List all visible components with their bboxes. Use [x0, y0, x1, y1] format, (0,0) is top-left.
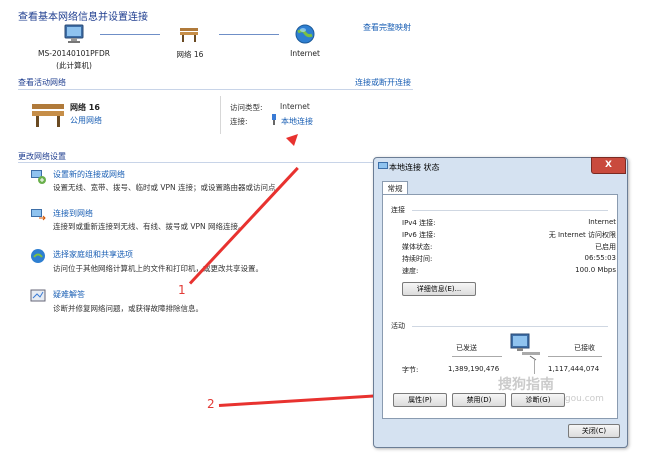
task-homegroup-desc: 访问位于其他网络计算机上的文件和打印机，或更改共享设置。: [53, 264, 263, 273]
watermark-text: 搜狗指南: [498, 377, 554, 393]
change-settings-heading: 更改网络设置: [18, 152, 66, 161]
annotation-label-1: 1: [178, 283, 186, 297]
annotation-arrow-2: [218, 393, 384, 407]
tab-general[interactable]: 常规: [382, 181, 408, 195]
row-ipv4-value: Internet: [588, 218, 616, 226]
received-label: 已接收: [574, 344, 595, 352]
homegroup-icon: [30, 248, 46, 264]
connection-group-line: [412, 210, 608, 211]
bytes-sent-line: [452, 356, 502, 357]
new-connection-icon: [30, 168, 46, 184]
computer-name: MS-20140101PFDR: [38, 49, 110, 58]
disable-button[interactable]: 禁用(D): [452, 393, 506, 407]
details-button[interactable]: 详细信息(E)...: [402, 282, 476, 296]
annotation-label-2: 2: [207, 397, 215, 411]
globe-icon: [294, 23, 316, 45]
connection-group-heading: 连接: [391, 206, 405, 214]
page-title: 查看基本网络信息并设置连接: [18, 12, 148, 23]
troubleshoot-icon: [30, 288, 46, 304]
map-line-2: [219, 34, 279, 35]
arrowhead-1-icon: [282, 132, 300, 150]
bytes-received-line: [548, 356, 602, 357]
bytes-label: 字节:: [402, 366, 419, 374]
row-speed-label: 速度:: [402, 267, 419, 275]
dialog-close-icon[interactable]: X: [591, 157, 626, 174]
row-ipv6-label: IPv6 连接:: [402, 231, 436, 239]
map-line-1: [100, 34, 160, 35]
local-connection-link[interactable]: 本地连接: [281, 116, 313, 127]
active-network-name: 网络 16: [70, 103, 100, 112]
properties-button[interactable]: 属性(P): [393, 393, 447, 407]
network-node-label: 网络 16: [176, 50, 204, 59]
bytes-divider: [534, 360, 535, 374]
connection-plug-icon: [270, 114, 278, 125]
network-bench-icon: [30, 100, 66, 128]
connection-label: 连接:: [230, 117, 248, 126]
bytes-sent-value: 1,389,190,476: [448, 365, 500, 373]
task-new-connection[interactable]: 设置新的连接或网络: [53, 169, 125, 180]
activity-computers-icon: [508, 332, 542, 362]
row-duration-value: 06:55:03: [584, 254, 616, 262]
row-ipv6-value: 无 Internet 访问权限: [548, 231, 616, 239]
diagnose-button[interactable]: 诊断(G): [511, 393, 565, 407]
computer-sub: (此计算机): [56, 61, 92, 70]
task-connect-network[interactable]: 连接到网络: [53, 208, 93, 219]
bench-icon: [178, 24, 200, 44]
connect-network-icon: [30, 207, 46, 223]
sent-label: 已发送: [456, 344, 477, 352]
task-connect-network-desc: 连接到或重新连接到无线、有线、拨号或 VPN 网络连接。: [53, 222, 246, 231]
settings-separator: [18, 162, 413, 163]
public-network-link[interactable]: 公用网络: [70, 115, 102, 126]
activity-group-line: [412, 326, 608, 327]
active-divider: [220, 96, 221, 134]
connect-disconnect-link[interactable]: 连接或断开连接: [355, 77, 411, 88]
active-separator: [18, 89, 413, 90]
activity-group-heading: 活动: [391, 322, 405, 330]
internet-node-label: Internet: [290, 49, 320, 58]
full-map-link[interactable]: 查看完整映射: [363, 22, 411, 33]
dialog-network-icon: [378, 161, 388, 171]
row-media-label: 媒体状态:: [402, 243, 433, 251]
access-type-value: Internet: [280, 102, 310, 111]
access-type-label: 访问类型:: [230, 103, 263, 112]
task-troubleshoot[interactable]: 疑难解答: [53, 289, 85, 300]
dialog-close-button[interactable]: 关闭(C): [568, 424, 620, 438]
dialog-title: 本地连接 状态: [389, 163, 440, 172]
row-ipv4-label: IPv4 连接:: [402, 219, 436, 227]
bytes-received-value: 1,117,444,074: [548, 365, 600, 373]
task-new-connection-desc: 设置无线、宽带、拨号、临时或 VPN 连接；或设置路由器或访问点。: [53, 183, 284, 192]
task-homegroup[interactable]: 选择家庭组和共享选项: [53, 249, 133, 260]
task-troubleshoot-desc: 诊断并修复网络问题，或获得故障排除信息。: [53, 304, 203, 313]
active-networks-heading: 查看活动网络: [18, 78, 66, 87]
computer-icon: [63, 24, 85, 44]
row-speed-value: 100.0 Mbps: [575, 266, 616, 274]
row-media-value: 已启用: [595, 243, 616, 251]
row-duration-label: 持续时间:: [402, 255, 433, 263]
